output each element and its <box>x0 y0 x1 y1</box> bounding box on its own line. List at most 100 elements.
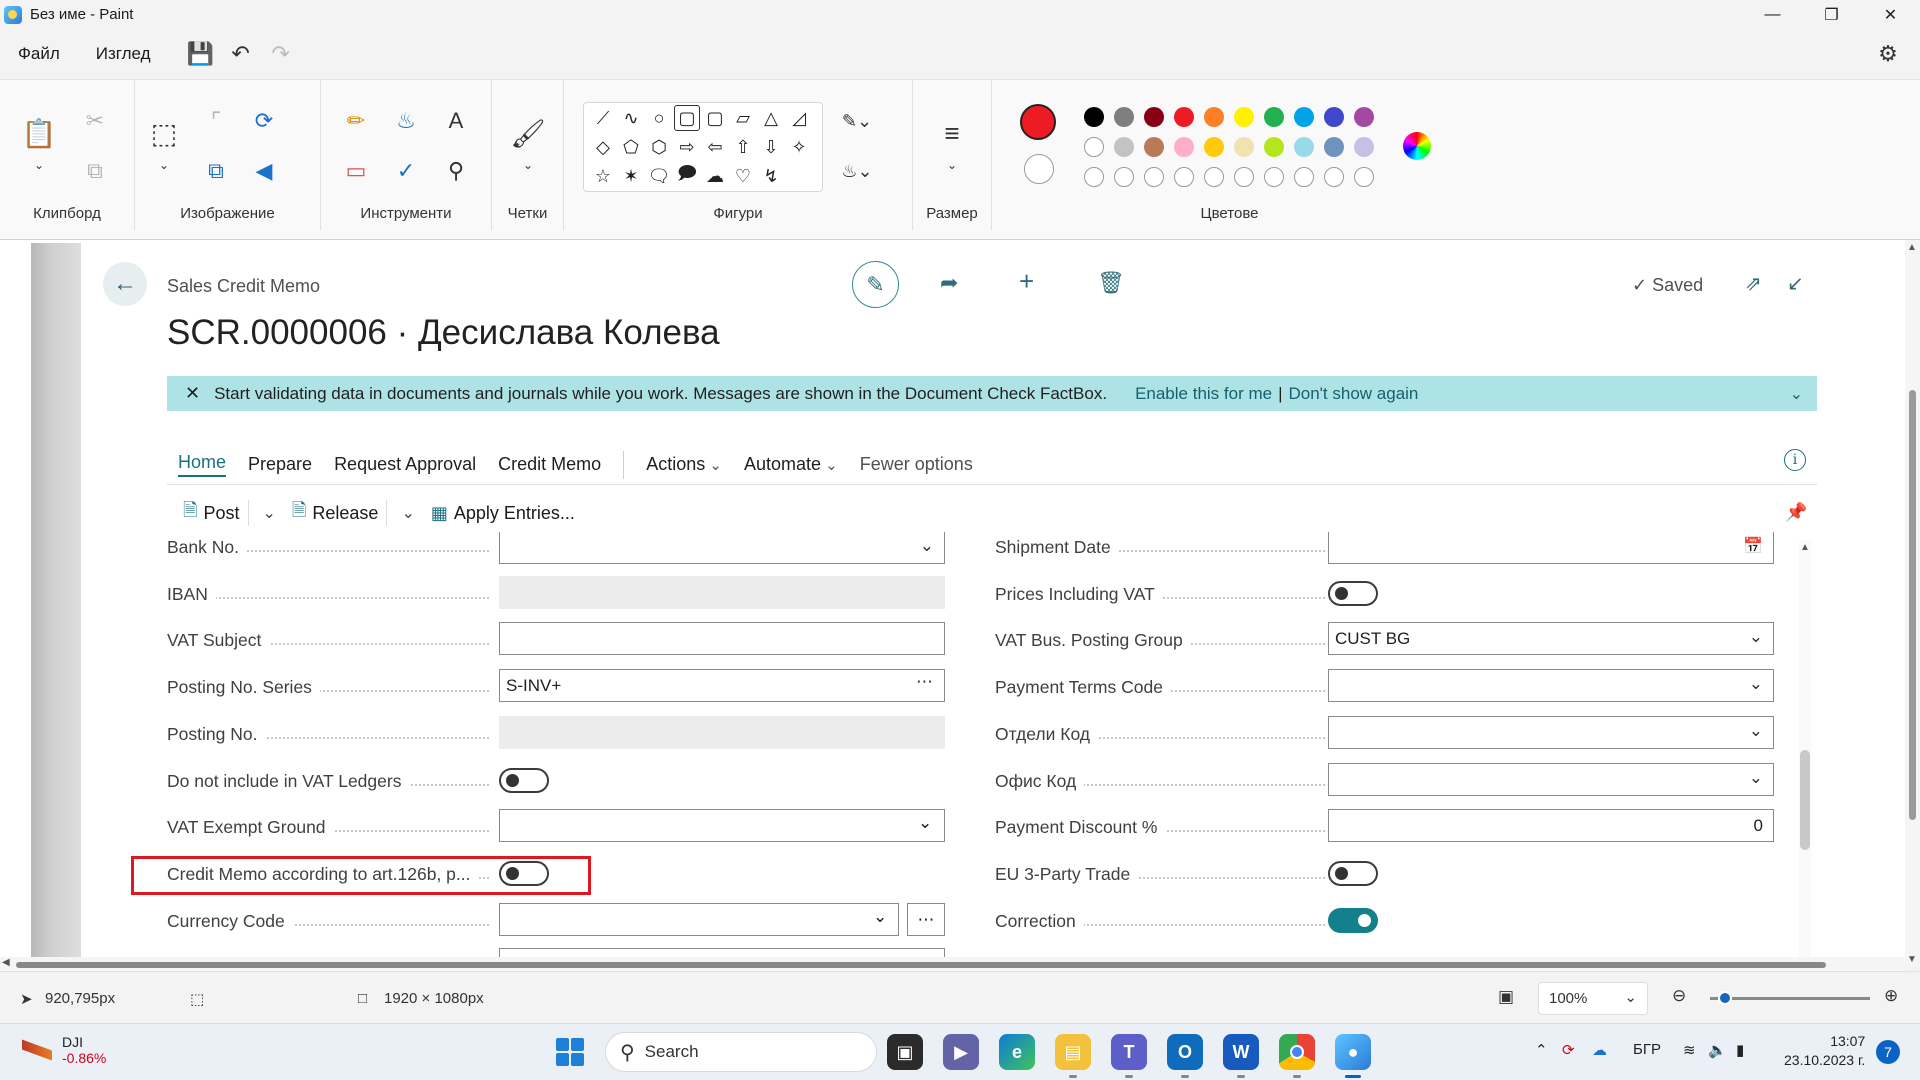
chevron-down-icon[interactable]: ⌄ <box>247 500 276 526</box>
tab-credit-memo[interactable]: Credit Memo <box>498 454 601 475</box>
custom-color-slot[interactable] <box>1324 167 1344 187</box>
custom-color-slot[interactable] <box>1264 167 1284 187</box>
office-code-field[interactable]: ⌄ <box>1328 763 1774 796</box>
fewer-options-link[interactable]: Fewer options <box>860 454 973 475</box>
settings-icon[interactable]: ⚙ <box>1868 34 1908 74</box>
rotate-icon[interactable]: ⟳ <box>247 104 281 138</box>
tab-request-approval[interactable]: Request Approval <box>334 454 476 475</box>
color-swatch[interactable] <box>1204 107 1224 127</box>
color-swatch[interactable] <box>1114 107 1134 127</box>
delete-trash-icon[interactable]: 🗑 <box>1097 270 1125 296</box>
color-swatch[interactable] <box>1204 137 1224 157</box>
custom-color-slot[interactable] <box>1354 167 1374 187</box>
scroll-down-icon[interactable]: ▼ <box>1907 954 1917 965</box>
windows-start-icon[interactable] <box>556 1038 584 1066</box>
scroll-left-icon[interactable]: ◀ <box>2 957 10 968</box>
battery-icon[interactable]: ▮ <box>1736 1041 1744 1059</box>
fit-to-window-icon[interactable]: ▣ <box>1498 987 1514 1007</box>
bank-no-field[interactable]: ⌄ <box>499 532 945 564</box>
taskbar-search[interactable]: ⚲ Search <box>605 1032 877 1072</box>
brush-icon[interactable]: 🖌 <box>510 116 546 150</box>
chevron-down-icon[interactable]: ⌄ <box>918 813 932 833</box>
five-point-star-shape-icon[interactable]: ☆ <box>590 163 616 189</box>
color-swatch[interactable] <box>1264 107 1284 127</box>
color-swatch[interactable] <box>1144 137 1164 157</box>
custom-color-slot[interactable] <box>1294 167 1314 187</box>
color-swatch[interactable] <box>1174 137 1194 157</box>
scroll-up-icon[interactable]: ▲ <box>1800 542 1810 553</box>
pencil-icon[interactable]: ✏ <box>339 104 373 138</box>
eraser-icon[interactable]: ▭ <box>339 154 373 188</box>
right-triangle-shape-icon[interactable]: ◿ <box>786 105 812 131</box>
chrome-icon[interactable] <box>1279 1034 1315 1078</box>
tab-actions[interactable]: Actions <box>646 454 722 475</box>
hexagon-shape-icon[interactable]: ⬡ <box>646 134 672 160</box>
close-icon[interactable]: ✕ <box>1861 0 1920 29</box>
dont-show-link[interactable]: Don't show again <box>1289 384 1419 404</box>
save-icon[interactable]: 💾 <box>181 34 221 74</box>
rect-callout-shape-icon[interactable]: 🗨 <box>646 163 672 189</box>
color-swatch[interactable] <box>1084 137 1104 157</box>
correction-toggle[interactable] <box>1328 908 1378 933</box>
flip-icon[interactable]: ◀ <box>247 154 281 188</box>
apply-entries-button[interactable]: ▦ Apply Entries... <box>427 503 575 524</box>
zoom-slider[interactable] <box>1710 991 1870 1005</box>
copy-icon[interactable]: ⧉ <box>78 154 112 188</box>
color-swatch[interactable] <box>1144 107 1164 127</box>
notification-badge[interactable]: 7 <box>1876 1040 1900 1064</box>
scroll-up-icon[interactable]: ▲ <box>1907 242 1917 253</box>
info-icon[interactable]: i <box>1784 449 1806 471</box>
calendar-icon[interactable]: 📅 <box>1743 536 1763 556</box>
lightning-shape-icon[interactable]: ↯ <box>758 163 784 189</box>
heart-shape-icon[interactable]: ♡ <box>730 163 756 189</box>
pin-icon[interactable]: 📌 <box>1785 502 1807 523</box>
canvas-horizontal-scrollbar[interactable]: ◀ <box>0 957 1905 971</box>
text-icon[interactable]: A <box>439 104 473 138</box>
chevron-down-icon[interactable]: ⌄ <box>873 907 887 927</box>
crop-icon[interactable]: ⌜ <box>199 104 233 138</box>
eu-3-party-trade-toggle[interactable] <box>1328 861 1378 886</box>
currency-lookup-button[interactable]: ⋯ <box>907 903 945 936</box>
select-dropdown-icon[interactable]: ⌄ <box>147 148 181 182</box>
chevron-up-icon[interactable]: ⌃ <box>1535 1041 1548 1059</box>
color-swatch[interactable] <box>1354 137 1374 157</box>
onedrive-icon[interactable]: ☁ <box>1592 1041 1607 1059</box>
right-arrow-shape-icon[interactable]: ⇨ <box>674 134 700 160</box>
custom-color-slot[interactable] <box>1114 167 1134 187</box>
select-icon[interactable]: ⬚ <box>147 116 181 150</box>
custom-color-slot[interactable] <box>1204 167 1224 187</box>
menu-file[interactable]: Файл <box>0 44 78 64</box>
shipment-date-field[interactable]: 📅 <box>1328 532 1774 564</box>
diamond-shape-icon[interactable]: ◇ <box>590 134 616 160</box>
oval-shape-icon[interactable]: ○ <box>646 105 672 131</box>
left-arrow-shape-icon[interactable]: ⇦ <box>702 134 728 160</box>
zoom-out-icon[interactable]: ⊖ <box>1672 986 1686 1006</box>
stock-widget[interactable]: DJI -0.86% <box>22 1034 106 1066</box>
vertical-scroll-thumb[interactable] <box>1909 390 1916 820</box>
redo-icon[interactable]: ↷ <box>261 34 301 74</box>
outlook-icon[interactable]: O <box>1167 1034 1203 1078</box>
polygon-shape-icon[interactable]: ▱ <box>730 105 756 131</box>
shape-fill-icon[interactable]: ♨⌄ <box>840 154 874 188</box>
brush-dropdown-icon[interactable]: ⌄ <box>511 148 545 182</box>
color-swatch[interactable] <box>1324 107 1344 127</box>
triangle-shape-icon[interactable]: △ <box>758 105 784 131</box>
chevron-down-icon[interactable]: ⌄ <box>1749 721 1763 741</box>
six-point-star-shape-icon[interactable]: ✶ <box>618 163 644 189</box>
chevron-down-icon[interactable]: ⌄ <box>1790 384 1803 404</box>
color-swatch[interactable] <box>1114 137 1134 157</box>
down-arrow-shape-icon[interactable]: ⇩ <box>758 134 784 160</box>
tab-prepare[interactable]: Prepare <box>248 454 312 475</box>
chevron-down-icon[interactable]: ⌄ <box>1749 674 1763 694</box>
chevron-down-icon[interactable]: ⌄ <box>386 500 415 526</box>
cloud-callout-shape-icon[interactable]: ☁ <box>702 163 728 189</box>
color-swatch[interactable] <box>1084 107 1104 127</box>
color-swatch[interactable] <box>1294 137 1314 157</box>
horizontal-scroll-thumb[interactable] <box>16 962 1826 968</box>
size-icon[interactable]: ≡ <box>935 116 969 150</box>
ellipsis-icon[interactable]: ⋯ <box>916 672 934 692</box>
size-dropdown-icon[interactable]: ⌄ <box>935 148 969 182</box>
payment-terms-code-field[interactable]: ⌄ <box>1328 669 1774 702</box>
primary-color-swatch[interactable] <box>1020 104 1056 140</box>
task-view-icon[interactable]: ▣ <box>887 1034 923 1070</box>
